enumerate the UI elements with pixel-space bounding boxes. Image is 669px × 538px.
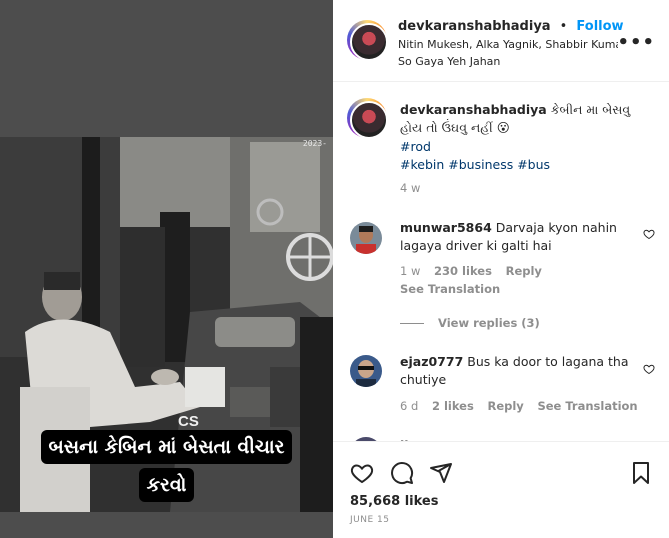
caption-line-2: કરવો xyxy=(138,468,195,502)
comment-meta: 1 w 230 likes Reply xyxy=(400,264,552,278)
hashtag-line-1[interactable]: #rod xyxy=(400,139,431,154)
hashtag-line-2[interactable]: #kebin #business #bus xyxy=(400,157,550,172)
comment-likes[interactable]: 230 likes xyxy=(434,264,492,278)
video-timestamp: 2023- xyxy=(302,139,327,148)
caption-age[interactable]: 4 w xyxy=(400,181,420,195)
like-comment-heart-icon[interactable] xyxy=(643,363,655,378)
commenter-photo xyxy=(350,355,382,387)
caption-username[interactable]: devkaranshabhadiya xyxy=(400,102,547,117)
caption-author-avatar[interactable] xyxy=(347,98,388,139)
post-panel: devkaranshabhadiya • Follow Nitin Mukesh… xyxy=(333,0,669,538)
audio-song-title[interactable]: So Gaya Yeh Jahan xyxy=(398,55,500,68)
caption-emoji: 😮 xyxy=(496,120,510,135)
caption-line-1: બસના કેબિન માં બેસતા વીચાર xyxy=(40,430,293,464)
author-avatar[interactable] xyxy=(347,20,388,61)
video-caption: બસના કેબિન માં બેસતા વીચાર કરવો xyxy=(0,430,333,502)
follow-button[interactable]: Follow xyxy=(576,19,623,34)
media-letterbox-top xyxy=(0,0,333,137)
more-options-icon[interactable]: ••• xyxy=(617,32,655,53)
separator-dot: • xyxy=(559,19,568,34)
post-actions: 85,668 likes JUNE 15 xyxy=(333,441,669,538)
view-replies-button[interactable]: View replies (3) xyxy=(400,316,540,330)
audio-artists[interactable]: Nitin Mukesh, Alka Yagnik, Shabbir Kumar xyxy=(398,38,618,51)
view-replies-label: View replies (3) xyxy=(438,316,540,330)
comments-section[interactable]: devkaranshabhadiya કેબીન મા બેસવુ હોય તો… xyxy=(333,83,669,441)
comment-text: ejaz0777 Bus ka door to lagana tha chuti… xyxy=(400,353,635,389)
author-username[interactable]: devkaranshabhadiya xyxy=(398,19,551,34)
see-translation-link[interactable]: See Translation xyxy=(537,399,637,413)
commenter-avatar[interactable] xyxy=(350,222,382,254)
comment-meta: 6 d 2 likes Reply See Translation xyxy=(400,399,648,413)
author-line: devkaranshabhadiya • Follow xyxy=(398,15,624,34)
comment-age[interactable]: 1 w xyxy=(400,264,420,278)
post-media[interactable]: 2023- CS બસના કેબિન માં બેસતા વીચાર કરવો xyxy=(0,0,333,538)
media-letterbox-bottom xyxy=(0,512,333,538)
commenter-photo xyxy=(350,222,382,254)
save-bookmark-icon[interactable] xyxy=(630,461,652,489)
comment-text: munwar5864 Darvaja kyon nahin lagaya dri… xyxy=(400,219,635,255)
see-translation-link[interactable]: See Translation xyxy=(400,282,500,296)
reply-button[interactable]: Reply xyxy=(506,264,542,278)
comment-likes[interactable]: 2 likes xyxy=(432,399,474,413)
like-comment-heart-icon[interactable] xyxy=(643,228,655,243)
likes-count[interactable]: 85,668 likes xyxy=(350,494,438,509)
view-replies-divider xyxy=(400,323,424,324)
share-paper-plane-icon[interactable] xyxy=(429,461,453,489)
commenter-username[interactable]: ejaz0777 xyxy=(400,354,463,369)
commenter-avatar[interactable] xyxy=(350,355,382,387)
like-heart-icon[interactable] xyxy=(350,461,374,489)
reply-button[interactable]: Reply xyxy=(487,399,523,413)
instagram-post-view: 2023- CS બસના કેબિન માં બેસતા વીચાર કરવો… xyxy=(0,0,669,538)
comment-age[interactable]: 6 d xyxy=(400,399,418,413)
post-caption: devkaranshabhadiya કેબીન મા બેસવુ હોય તો… xyxy=(400,101,640,137)
post-header: devkaranshabhadiya • Follow Nitin Mukesh… xyxy=(333,0,669,82)
comment-bubble-icon[interactable] xyxy=(390,461,414,489)
post-date[interactable]: JUNE 15 xyxy=(350,515,389,525)
commenter-username[interactable]: munwar5864 xyxy=(400,220,492,235)
video-overlay-text: CS xyxy=(178,413,199,430)
